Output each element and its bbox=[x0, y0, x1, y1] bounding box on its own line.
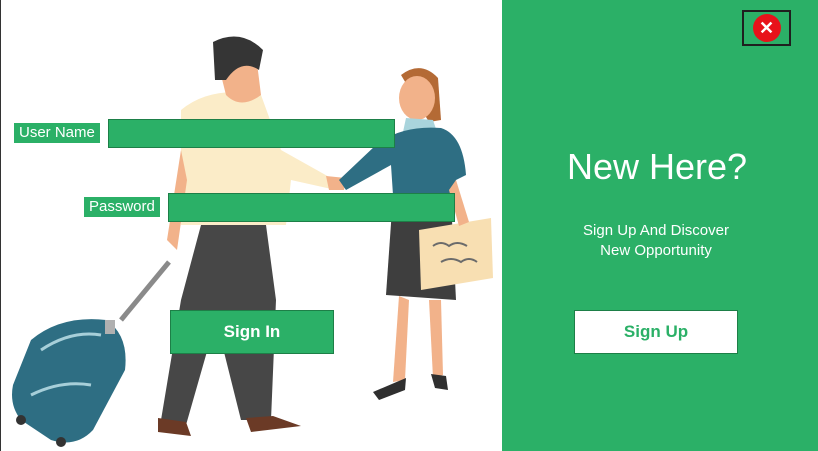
woman-illustration bbox=[339, 68, 493, 400]
close-button[interactable]: ✕ bbox=[742, 10, 791, 46]
panel-subtitle-line1: Sign Up And Discover bbox=[583, 222, 729, 239]
username-input[interactable] bbox=[108, 119, 395, 148]
password-label: Password bbox=[84, 197, 160, 217]
handshake-illustration bbox=[12, 36, 493, 447]
panel-title: New Here? bbox=[566, 146, 748, 187]
login-window: User Name Password Sign In ✕ New Here? S… bbox=[0, 0, 818, 451]
panel-subtitle-line2: New Opportunity bbox=[600, 242, 712, 259]
close-icon: ✕ bbox=[752, 14, 781, 42]
username-label: User Name bbox=[14, 123, 100, 143]
man-illustration bbox=[158, 36, 346, 436]
sign-in-button[interactable]: Sign In bbox=[170, 310, 334, 354]
password-input[interactable] bbox=[168, 193, 455, 222]
sign-up-button[interactable]: Sign Up bbox=[574, 310, 738, 354]
signup-panel: ✕ New Here? Sign Up And Discover New Opp… bbox=[502, 0, 818, 451]
suitcase-illustration bbox=[12, 260, 171, 447]
